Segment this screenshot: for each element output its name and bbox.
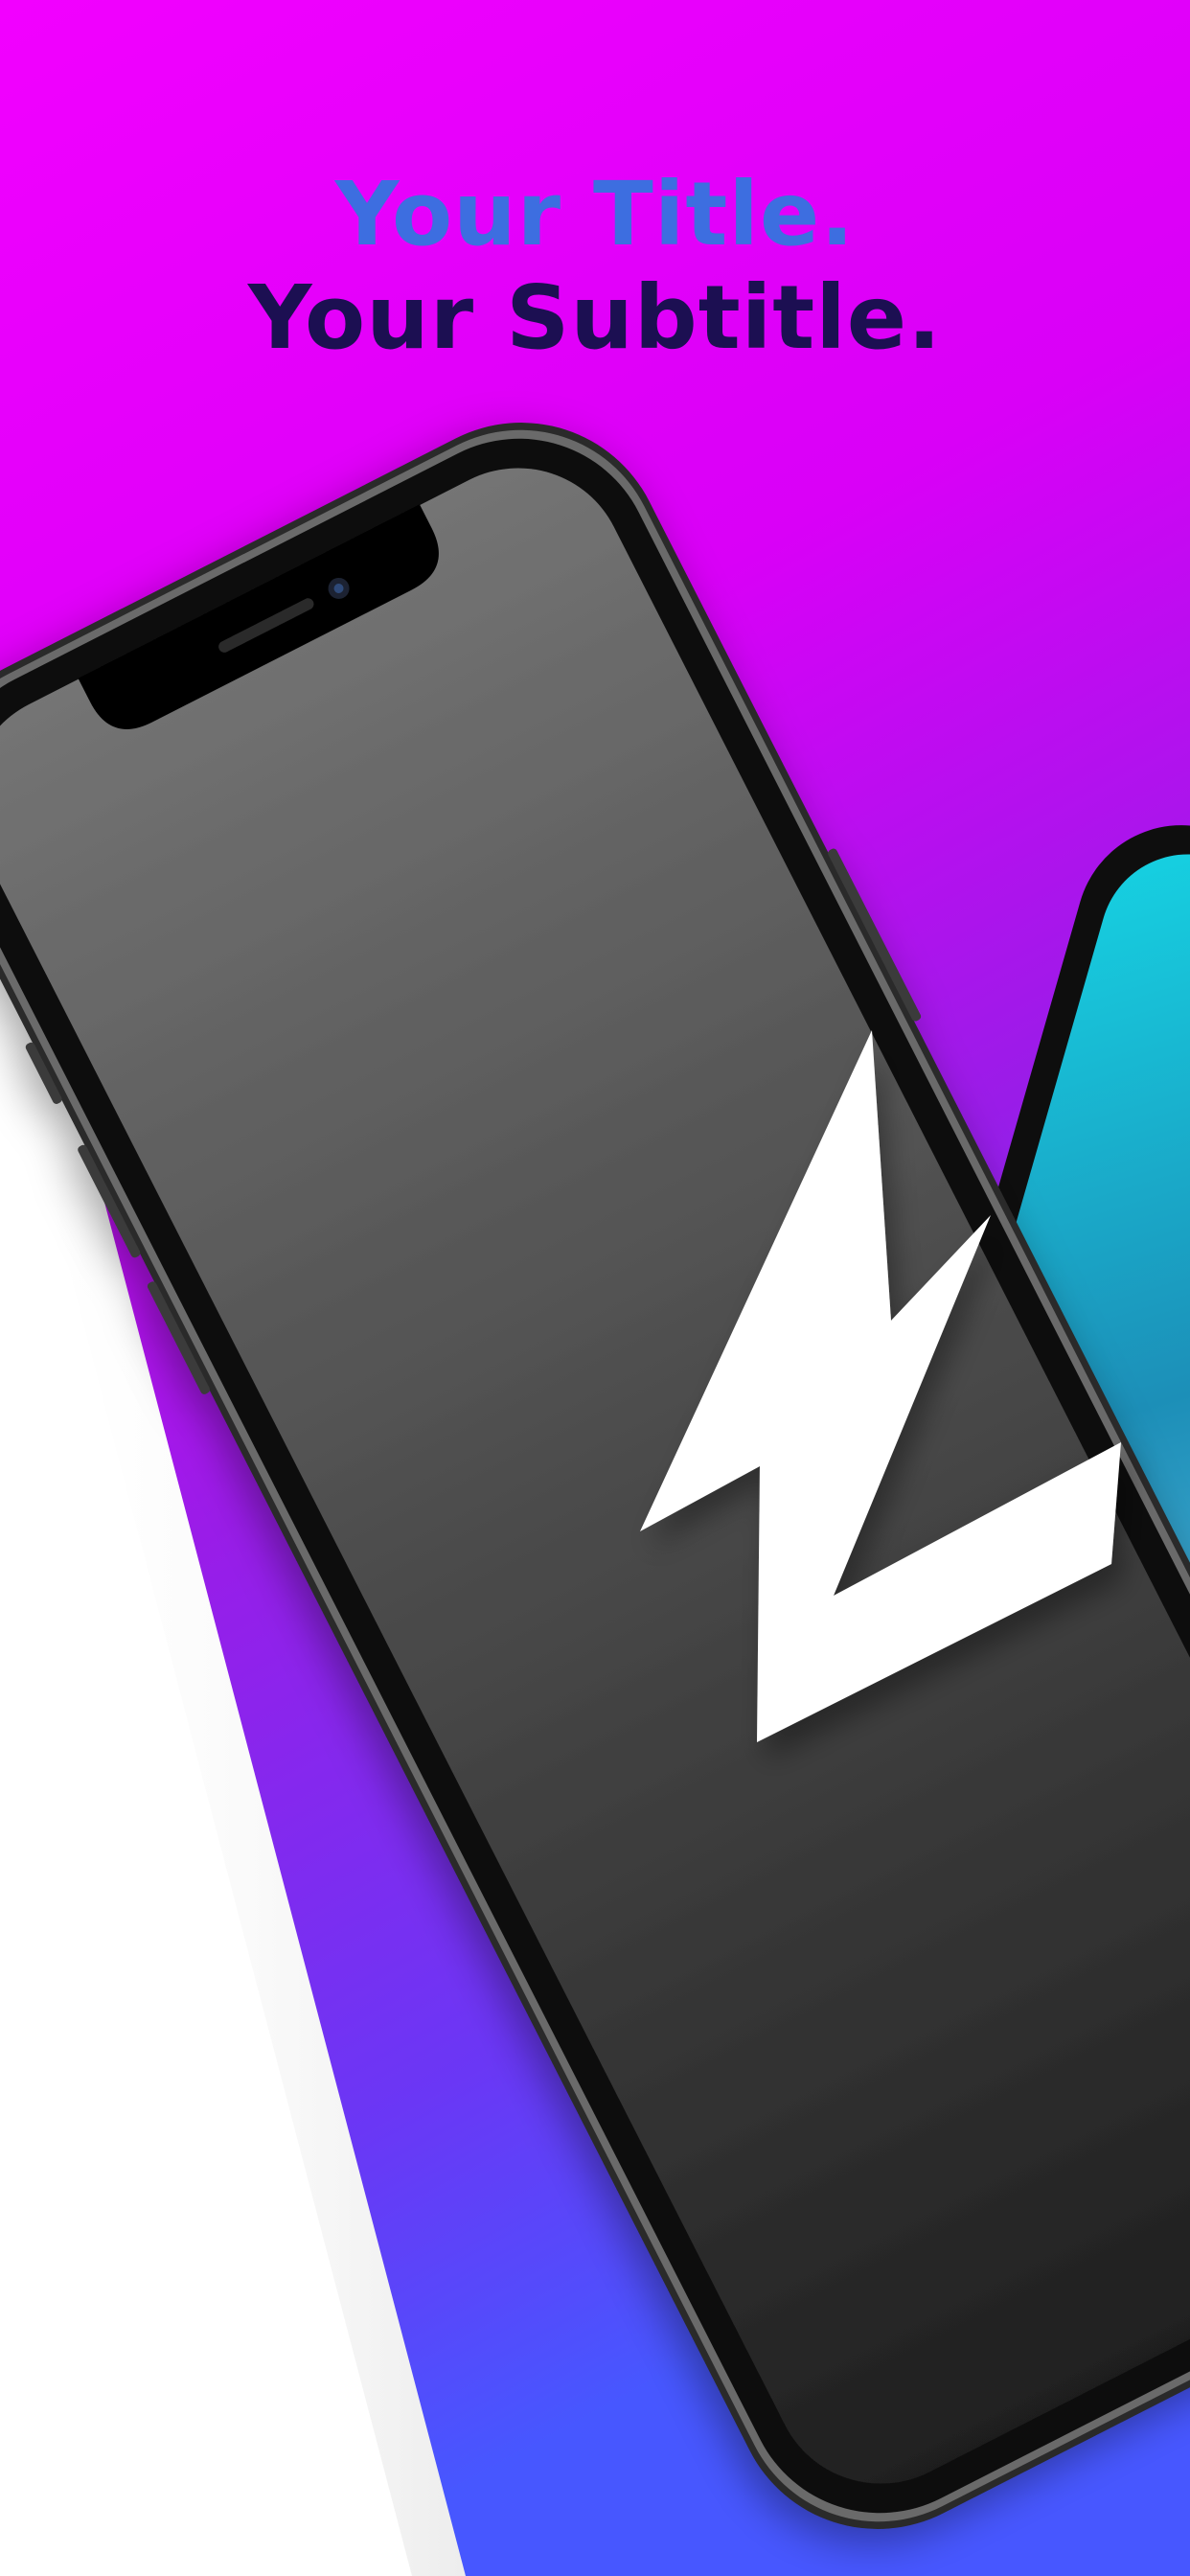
page-subtitle: Your Subtitle.	[247, 266, 943, 369]
app-store-screenshot: Your Title. Your Subtitle.	[0, 0, 1190, 2576]
page-title: Your Title.	[334, 163, 856, 265]
device-mockups	[0, 423, 1190, 2529]
headline: Your Title. Your Subtitle.	[0, 163, 1190, 370]
front-phone	[0, 423, 1190, 2529]
